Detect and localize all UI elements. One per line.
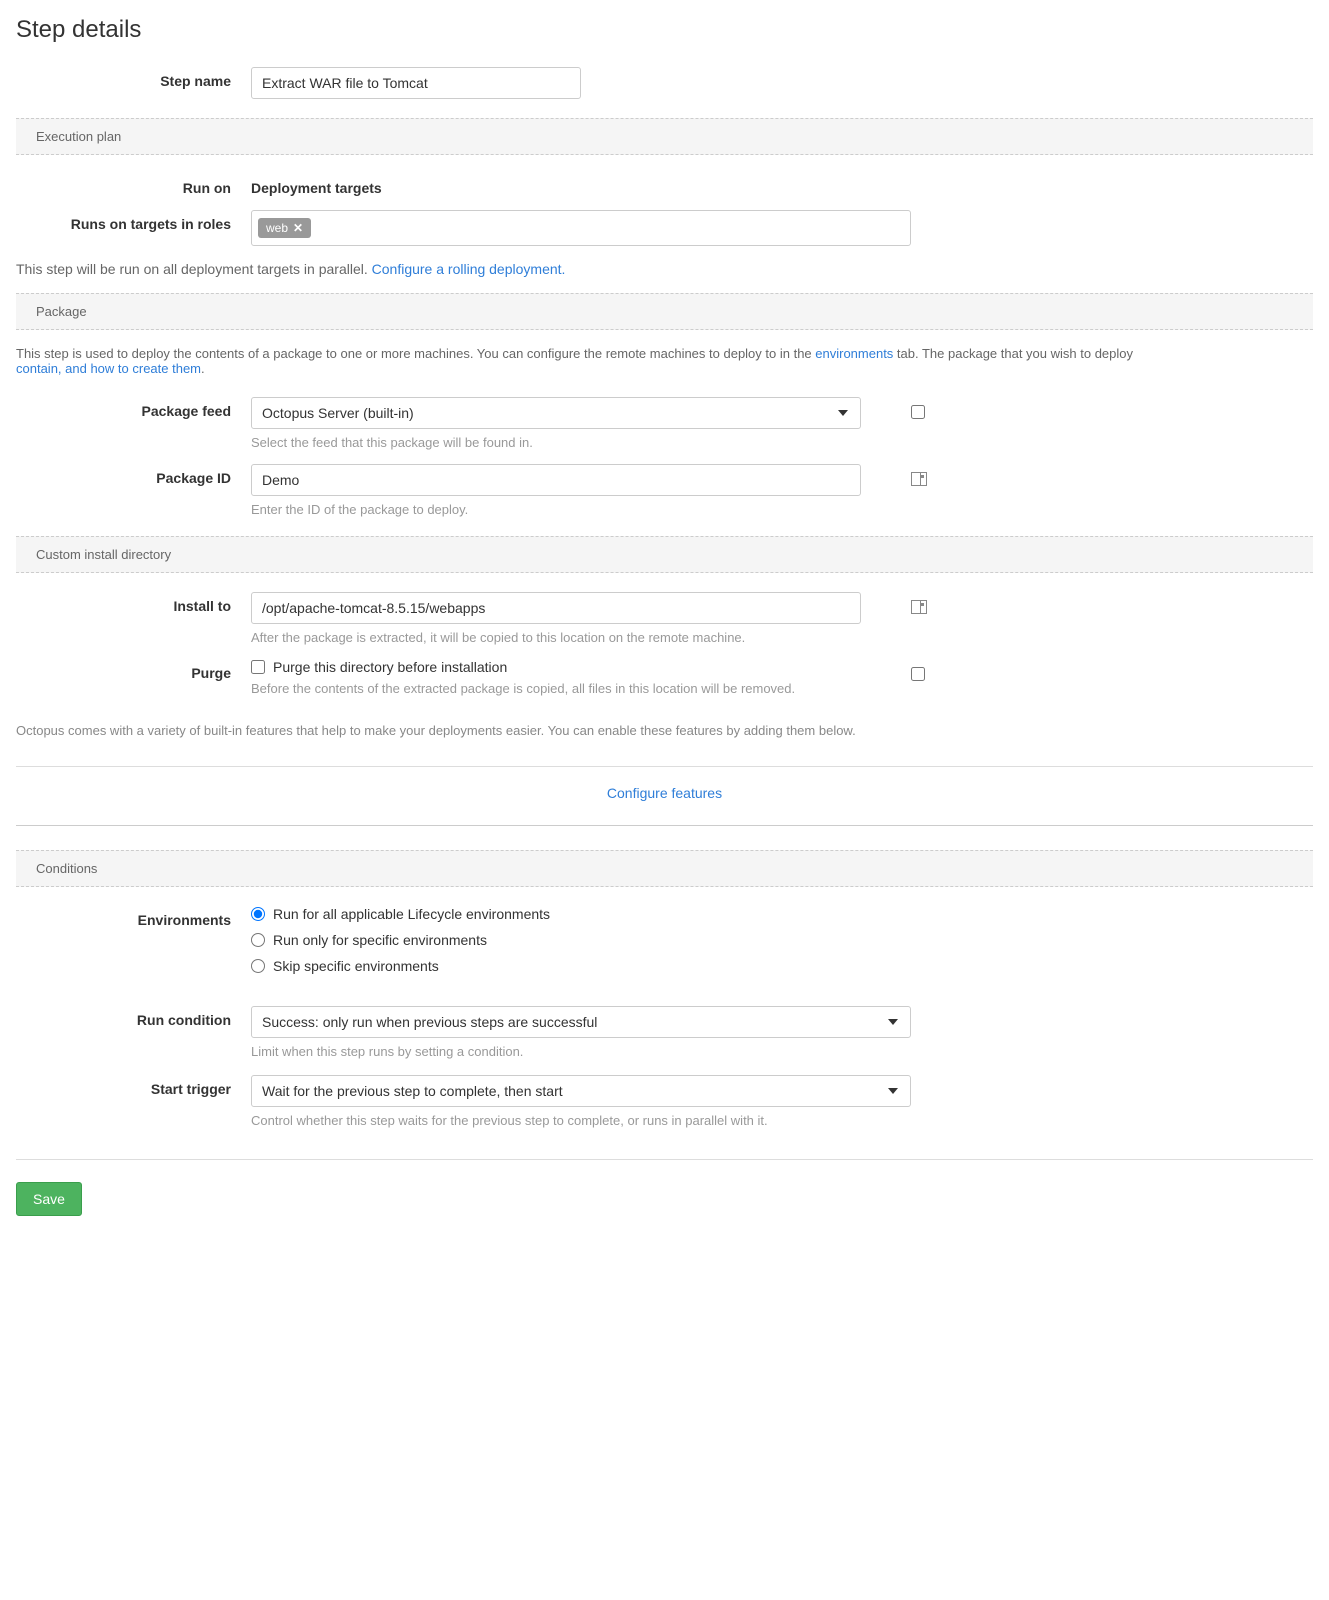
- install-to-help: After the package is extracted, it will …: [251, 630, 891, 645]
- env-radio-skip[interactable]: [251, 959, 265, 973]
- run-condition-select[interactable]: Success: only run when previous steps ar…: [251, 1006, 911, 1038]
- execution-plan-header: Execution plan: [16, 118, 1313, 155]
- step-name-label: Step name: [16, 67, 251, 89]
- package-feed-help: Select the feed that this package will b…: [251, 435, 891, 450]
- environments-label: Environments: [16, 906, 251, 928]
- save-button[interactable]: Save: [16, 1182, 82, 1216]
- package-header: Package: [16, 293, 1313, 330]
- parallel-info: This step will be run on all deployment …: [16, 261, 1313, 277]
- step-name-input[interactable]: [251, 67, 581, 99]
- package-description: This step is used to deploy the contents…: [16, 346, 1313, 376]
- run-condition-help: Limit when this step runs by setting a c…: [251, 1044, 891, 1059]
- close-icon[interactable]: ✕: [293, 221, 303, 235]
- env-radio-all[interactable]: [251, 907, 265, 921]
- divider: [16, 1159, 1313, 1160]
- run-on-value: Deployment targets: [251, 174, 382, 196]
- install-to-input[interactable]: [251, 592, 861, 624]
- purge-checkbox-label: Purge this directory before installation: [273, 659, 507, 675]
- purge-help: Before the contents of the extracted pac…: [251, 681, 891, 696]
- env-radio-specific-label: Run only for specific environments: [273, 932, 487, 948]
- contain-create-link[interactable]: contain, and how to create them: [16, 361, 201, 376]
- env-radio-specific[interactable]: [251, 933, 265, 947]
- run-condition-label: Run condition: [16, 1006, 251, 1028]
- roles-tag-input[interactable]: web ✕: [251, 210, 911, 246]
- start-trigger-label: Start trigger: [16, 1075, 251, 1097]
- package-feed-checkbox[interactable]: [911, 405, 925, 419]
- features-description: Octopus comes with a variety of built-in…: [16, 723, 1313, 738]
- separator: [16, 825, 1313, 826]
- runs-on-roles-label: Runs on targets in roles: [16, 210, 251, 232]
- package-id-label: Package ID: [16, 464, 251, 486]
- start-trigger-help: Control whether this step waits for the …: [251, 1113, 891, 1128]
- role-tag-web[interactable]: web ✕: [258, 218, 311, 238]
- rolling-deployment-link[interactable]: Configure a rolling deployment.: [372, 261, 566, 277]
- purge-extra-checkbox[interactable]: [911, 667, 925, 681]
- configure-features-link[interactable]: Configure features: [607, 785, 722, 801]
- start-trigger-select[interactable]: Wait for the previous step to complete, …: [251, 1075, 911, 1107]
- role-tag-label: web: [266, 221, 288, 235]
- package-id-help: Enter the ID of the package to deploy.: [251, 502, 891, 517]
- environments-link[interactable]: environments: [815, 346, 893, 361]
- env-radio-all-label: Run for all applicable Lifecycle environ…: [273, 906, 550, 922]
- run-on-label: Run on: [16, 174, 251, 196]
- page-title: Step details: [16, 16, 1313, 44]
- package-id-input[interactable]: [251, 464, 861, 496]
- custom-install-header: Custom install directory: [16, 536, 1313, 573]
- purge-label: Purge: [16, 659, 251, 681]
- install-to-label: Install to: [16, 592, 251, 614]
- variable-icon[interactable]: [911, 472, 927, 486]
- variable-icon[interactable]: [911, 600, 927, 614]
- divider: [16, 766, 1313, 767]
- package-feed-select[interactable]: Octopus Server (built-in): [251, 397, 861, 429]
- conditions-header: Conditions: [16, 850, 1313, 887]
- package-feed-label: Package feed: [16, 397, 251, 419]
- env-radio-skip-label: Skip specific environments: [273, 958, 439, 974]
- purge-checkbox[interactable]: [251, 660, 265, 674]
